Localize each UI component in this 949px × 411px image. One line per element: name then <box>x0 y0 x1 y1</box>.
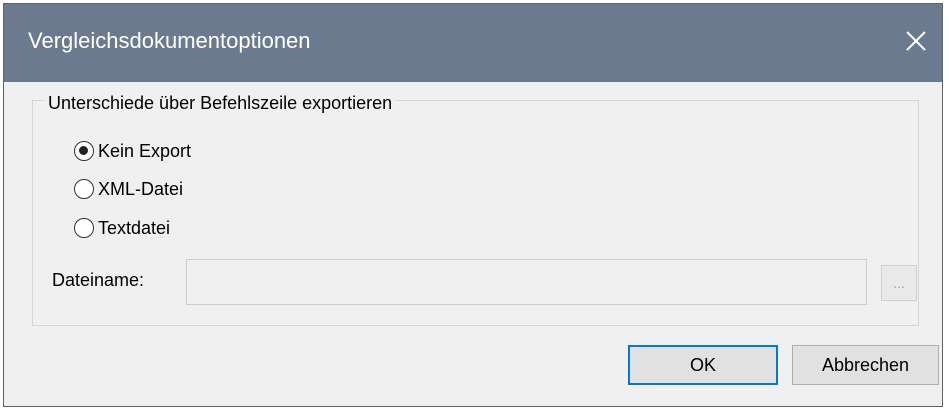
title-bar[interactable]: Vergleichsdokumentoptionen <box>4 4 942 82</box>
radio-xml-datei[interactable]: XML-Datei <box>74 176 183 202</box>
radio-kein-export[interactable]: Kein Export <box>74 138 191 164</box>
radio-textdatei[interactable]: Textdatei <box>74 215 170 241</box>
group-legend: Unterschiede über Befehlszeile exportier… <box>44 93 397 114</box>
ok-button[interactable]: OK <box>628 345 778 385</box>
filename-field[interactable] <box>186 259 867 305</box>
filename-label: Dateiname: <box>52 270 145 290</box>
radio-unchecked-icon[interactable] <box>74 179 94 199</box>
radio-checked-icon[interactable] <box>74 141 94 161</box>
dialog-title: Vergleichsdokumentoptionen <box>28 28 311 53</box>
radio-label: Textdatei <box>98 217 171 238</box>
close-icon[interactable] <box>896 21 936 61</box>
radio-unchecked-icon[interactable] <box>74 218 94 238</box>
radio-label: XML-Datei <box>98 178 184 199</box>
radio-label: Kein Export <box>98 140 192 161</box>
cancel-button[interactable]: Abbrechen <box>792 345 939 385</box>
browse-button[interactable]: ... <box>881 265 917 301</box>
